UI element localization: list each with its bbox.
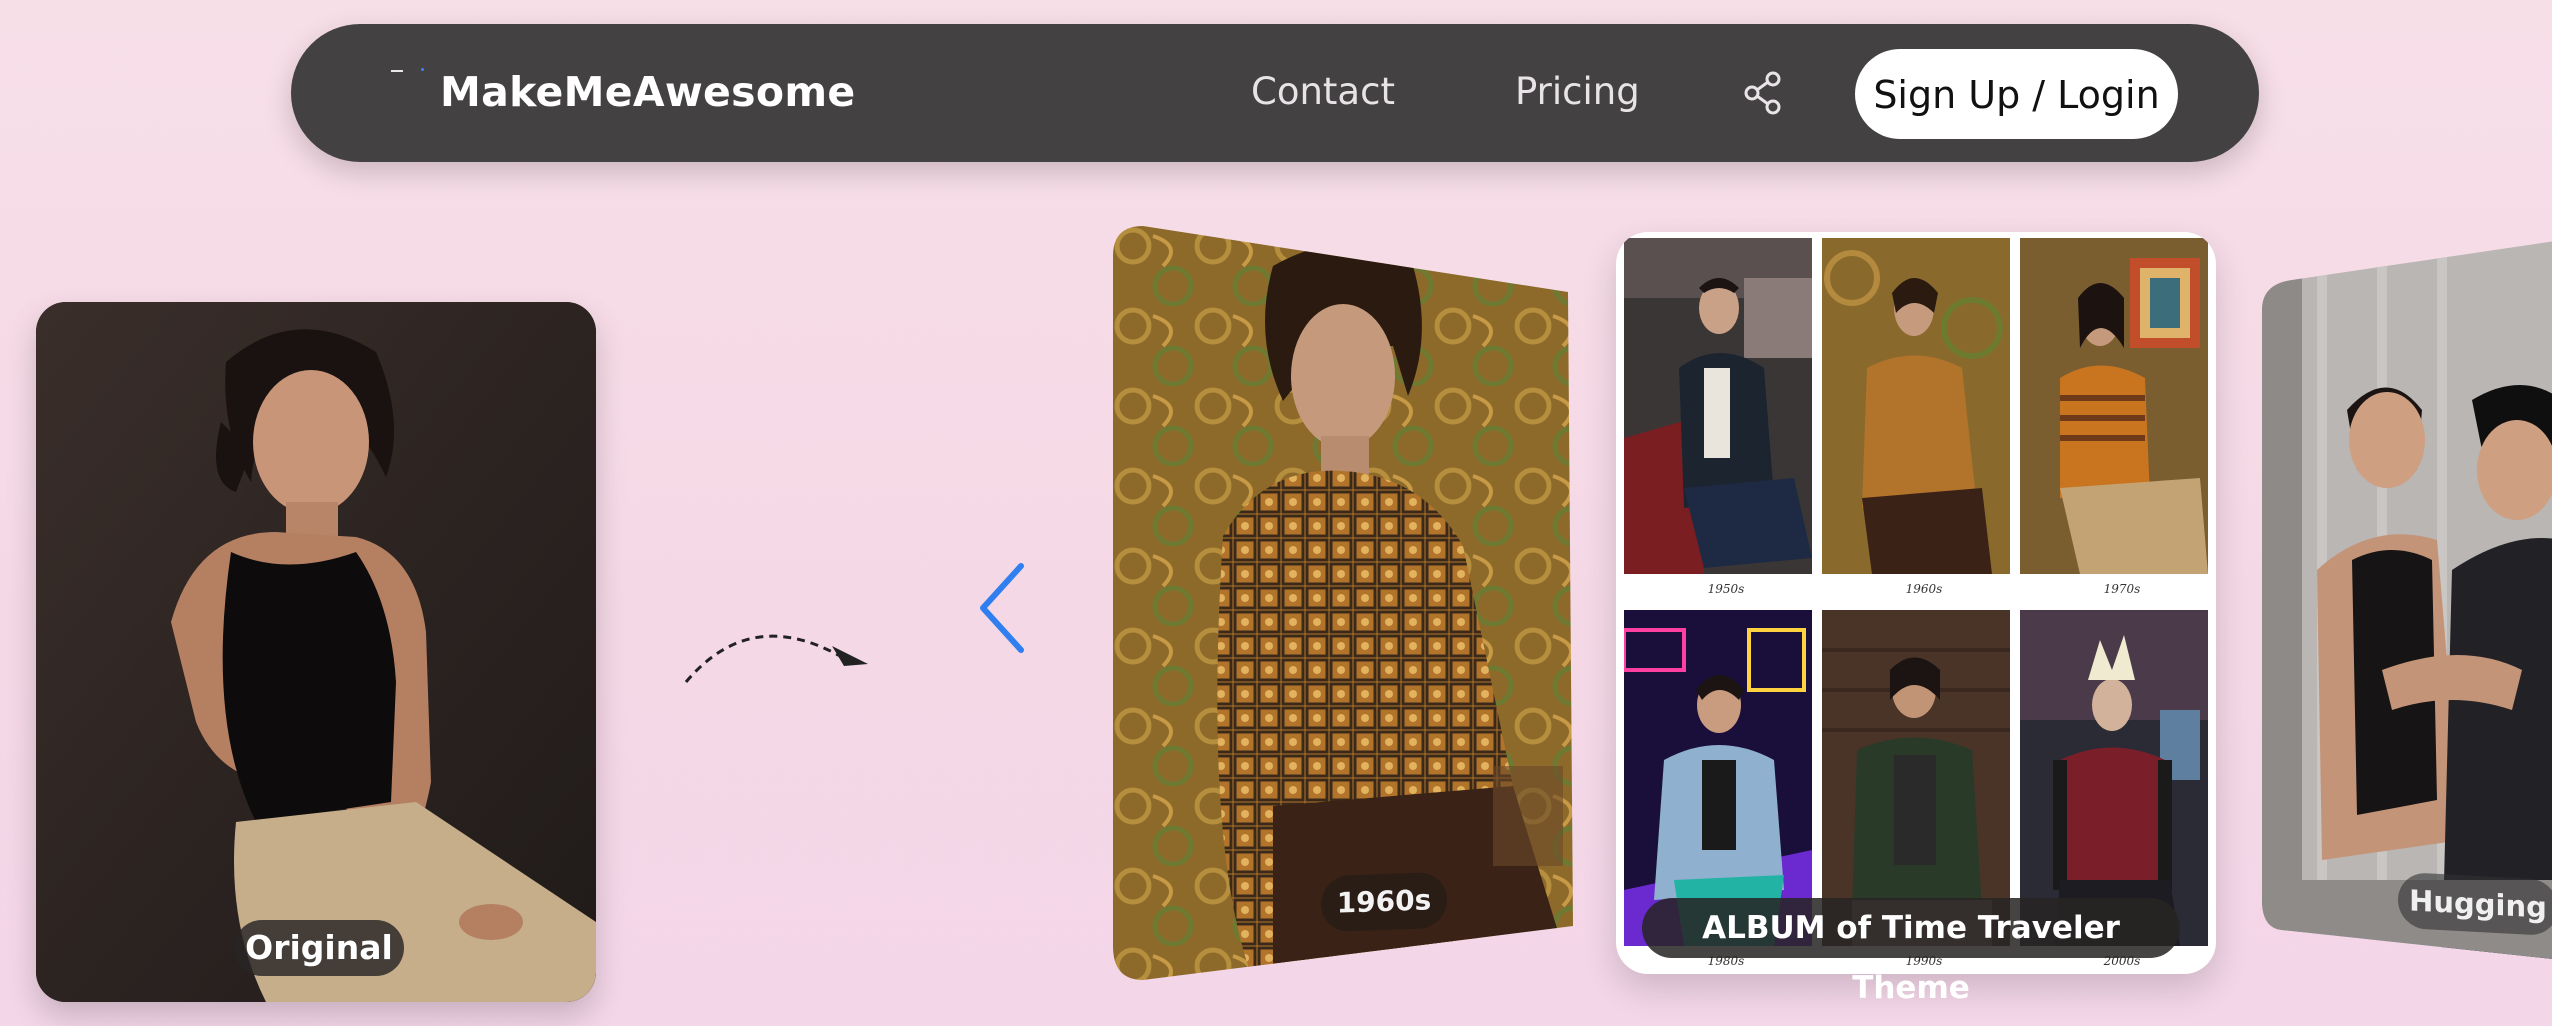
album-cell-1950s bbox=[1624, 238, 1812, 574]
carousel-card-hugging[interactable]: Hugging bbox=[2262, 240, 2552, 960]
logo-icon bbox=[391, 68, 424, 76]
nav-pricing-link[interactable]: Pricing bbox=[1515, 64, 1640, 120]
album-cell-label: 1970s bbox=[2103, 582, 2141, 596]
carousel-card-1960s[interactable]: 1960s bbox=[1113, 226, 1573, 980]
album-cell-label: 1950s bbox=[1707, 582, 1745, 596]
original-label: Original bbox=[234, 920, 404, 976]
album-cell-1980s bbox=[1624, 610, 1812, 946]
card-label-album: ALBUM of Time Traveler Theme bbox=[1642, 898, 2180, 1006]
album-cell-1970s bbox=[2020, 238, 2208, 574]
brand-logo[interactable]: MakeMeAwesome bbox=[440, 64, 855, 120]
original-photo bbox=[36, 302, 596, 1002]
curved-dashed-arrow-icon bbox=[684, 634, 868, 683]
chevron-left-icon[interactable] bbox=[977, 560, 1027, 656]
hugging-photo bbox=[2262, 240, 2552, 960]
album-photo-grid: 1950s 1960s 1970s 1980s 1990s 2000s bbox=[1624, 238, 2208, 968]
1960s-photo bbox=[1113, 226, 1573, 980]
nav-contact-link[interactable]: Contact bbox=[1251, 64, 1395, 120]
original-photo-card[interactable]: Original bbox=[36, 302, 596, 1002]
card-label-1960s: 1960s bbox=[1321, 871, 1447, 933]
album-cell-1960s bbox=[1822, 238, 2010, 574]
album-cell-2000s bbox=[2020, 610, 2208, 946]
album-cell-label: 1960s bbox=[1905, 582, 1943, 596]
card-label-hugging: Hugging bbox=[2398, 871, 2552, 937]
album-cell-1990s bbox=[1822, 610, 2010, 946]
carousel-card-album[interactable]: 1950s 1960s 1970s 1980s 1990s 2000s bbox=[1616, 232, 2216, 974]
signup-login-button[interactable]: Sign Up / Login bbox=[1855, 49, 2178, 139]
share-icon[interactable] bbox=[1743, 71, 1783, 115]
